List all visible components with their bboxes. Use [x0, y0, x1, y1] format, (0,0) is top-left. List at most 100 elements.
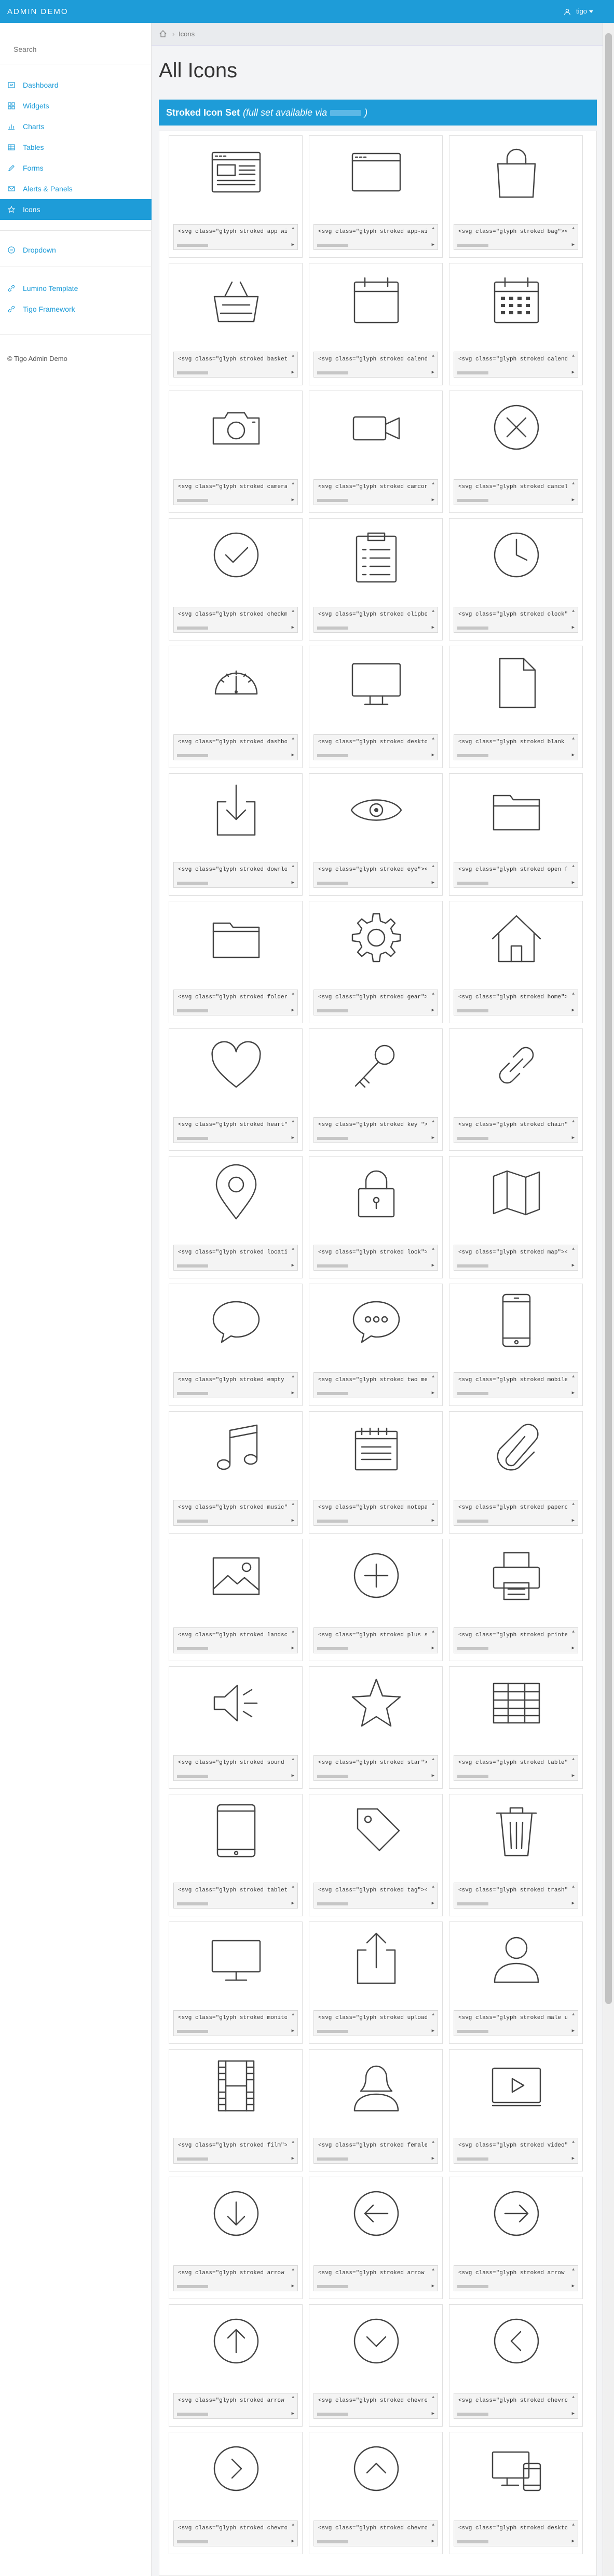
horizontal-scrollbar-thumb[interactable] [317, 371, 348, 374]
icon-code-textarea[interactable]: <svg class="glyph stroked empty message"… [173, 1372, 298, 1398]
horizontal-scrollbar-thumb[interactable] [177, 2157, 208, 2161]
scroll-right-icon[interactable]: ▶ [572, 1518, 575, 1523]
icon-code-textarea[interactable]: <svg class="glyph stroked home"><use xli… [454, 990, 578, 1015]
scroll-right-icon[interactable]: ▶ [572, 753, 575, 758]
sidebar-item-widgets[interactable]: Widgets [0, 95, 152, 116]
scroll-right-icon[interactable]: ▶ [572, 497, 575, 503]
scroll-right-icon[interactable]: ▶ [572, 2156, 575, 2161]
scroll-right-icon[interactable]: ▶ [432, 2411, 434, 2416]
icon-code-textarea[interactable]: <svg class="glyph stroked download"><use… [173, 862, 298, 888]
scroll-right-icon[interactable]: ▶ [292, 1008, 294, 1013]
scroll-up-icon[interactable]: ▲ [432, 736, 434, 741]
icon-code-textarea[interactable]: <svg class="glyph stroked eye"><use xlin… [313, 862, 438, 888]
horizontal-scrollbar-thumb[interactable] [317, 1902, 348, 1905]
user-menu[interactable]: tigo [564, 7, 593, 16]
scroll-right-icon[interactable]: ▶ [432, 880, 434, 885]
scroll-up-icon[interactable]: ▲ [572, 1502, 575, 1507]
scroll-right-icon[interactable]: ▶ [572, 2411, 575, 2416]
horizontal-scrollbar-thumb[interactable] [317, 1775, 348, 1778]
horizontal-scrollbar-thumb[interactable] [457, 2540, 488, 2543]
horizontal-scrollbar-thumb[interactable] [177, 1902, 208, 1905]
icon-code-textarea[interactable]: <svg class="glyph stroked plus sign"><us… [313, 1627, 438, 1653]
horizontal-scrollbar-thumb[interactable] [457, 499, 488, 502]
scroll-right-icon[interactable]: ▶ [572, 2283, 575, 2289]
scroll-up-icon[interactable]: ▲ [572, 1374, 575, 1379]
sidebar-item-dashboard[interactable]: Dashboard [0, 75, 152, 95]
icon-code-textarea[interactable]: <svg class="glyph stroked printer"><use … [454, 1627, 578, 1653]
sidebar-item-lumino-template[interactable]: Lumino Template [0, 278, 152, 299]
horizontal-scrollbar-thumb[interactable] [317, 2285, 348, 2288]
scroll-up-icon[interactable]: ▲ [292, 354, 294, 358]
icon-code-textarea[interactable]: <svg class="glyph stroked checkmark"><us… [173, 607, 298, 633]
horizontal-scrollbar-thumb[interactable] [457, 244, 488, 247]
horizontal-scrollbar-thumb[interactable] [317, 244, 348, 247]
horizontal-scrollbar-thumb[interactable] [317, 1264, 348, 1268]
scroll-right-icon[interactable]: ▶ [292, 880, 294, 885]
scroll-up-icon[interactable]: ▲ [292, 1885, 294, 1889]
scroll-up-icon[interactable]: ▲ [432, 1630, 434, 1634]
icon-code-textarea[interactable]: <svg class="glyph stroked app-window"><u… [313, 224, 438, 250]
icon-code-textarea[interactable]: <svg class="glyph stroked chevron left">… [454, 2393, 578, 2419]
horizontal-scrollbar-thumb[interactable] [317, 1647, 348, 1650]
scroll-up-icon[interactable]: ▲ [572, 2140, 575, 2145]
scroll-up-icon[interactable]: ▲ [432, 226, 434, 231]
scroll-up-icon[interactable]: ▲ [572, 1885, 575, 1889]
scroll-up-icon[interactable]: ▲ [572, 1757, 575, 1762]
icon-code-textarea[interactable]: <svg class="glyph stroked calendar"><use… [313, 352, 438, 378]
icon-code-textarea[interactable]: <svg class="glyph stroked desktop comput… [454, 2521, 578, 2546]
scroll-up-icon[interactable]: ▲ [292, 1630, 294, 1634]
horizontal-scrollbar-thumb[interactable] [457, 1902, 488, 1905]
horizontal-scrollbar-thumb[interactable] [457, 1392, 488, 1395]
scroll-right-icon[interactable]: ▶ [432, 2539, 434, 2544]
brand-logo[interactable]: ADMIN DEMO [7, 7, 69, 16]
scroll-up-icon[interactable]: ▲ [432, 992, 434, 996]
scroll-right-icon[interactable]: ▶ [292, 2156, 294, 2161]
horizontal-scrollbar-thumb[interactable] [177, 1520, 208, 1523]
scroll-right-icon[interactable]: ▶ [432, 1901, 434, 1906]
icon-code-textarea[interactable]: <svg class="glyph stroked cancel"><use x… [454, 479, 578, 505]
horizontal-scrollbar-thumb[interactable] [317, 2157, 348, 2161]
horizontal-scrollbar-thumb[interactable] [177, 882, 208, 885]
scroll-up-icon[interactable]: ▲ [572, 992, 575, 996]
icon-code-textarea[interactable]: <svg class="glyph stroked camcorder"><us… [313, 479, 438, 505]
icon-code-textarea[interactable]: <svg class="glyph stroked male user "><u… [454, 2010, 578, 2036]
icon-code-textarea[interactable]: <svg class="glyph stroked music"><use xl… [173, 1500, 298, 1526]
icon-code-textarea[interactable]: <svg class="glyph stroked notepad "><use… [313, 1500, 438, 1526]
scroll-right-icon[interactable]: ▶ [432, 1646, 434, 1651]
scroll-right-icon[interactable]: ▶ [292, 1773, 294, 1778]
scrollbar-thumb[interactable] [605, 33, 612, 2004]
scroll-right-icon[interactable]: ▶ [572, 1263, 575, 1268]
scroll-up-icon[interactable]: ▲ [572, 1119, 575, 1124]
horizontal-scrollbar-thumb[interactable] [177, 2413, 208, 2416]
scroll-up-icon[interactable]: ▲ [432, 1885, 434, 1889]
scroll-up-icon[interactable]: ▲ [432, 1247, 434, 1251]
scroll-up-icon[interactable]: ▲ [432, 2140, 434, 2145]
horizontal-scrollbar-thumb[interactable] [317, 1137, 348, 1140]
icon-code-textarea[interactable]: <svg class="glyph stroked camera "><use … [173, 479, 298, 505]
horizontal-scrollbar-thumb[interactable] [457, 2030, 488, 2033]
sidebar-item-tigo-framework[interactable]: Tigo Framework [0, 299, 152, 319]
icon-code-textarea[interactable]: <svg class="glyph stroked chain"><use xl… [454, 1117, 578, 1143]
icon-code-textarea[interactable]: <svg class="glyph stroked tag"><use xlin… [313, 1883, 438, 1909]
sidebar-item-dropdown[interactable]: Dropdown [0, 240, 152, 260]
horizontal-scrollbar-thumb[interactable] [317, 2030, 348, 2033]
icon-code-textarea[interactable]: <svg class="glyph stroked table"><use xl… [454, 1755, 578, 1781]
scroll-up-icon[interactable]: ▲ [292, 864, 294, 869]
horizontal-scrollbar-thumb[interactable] [317, 1392, 348, 1395]
scroll-right-icon[interactable]: ▶ [432, 1008, 434, 1013]
scroll-up-icon[interactable]: ▲ [572, 226, 575, 231]
scroll-up-icon[interactable]: ▲ [572, 1247, 575, 1251]
scroll-right-icon[interactable]: ▶ [292, 1263, 294, 1268]
scroll-up-icon[interactable]: ▲ [572, 2395, 575, 2400]
icon-code-textarea[interactable]: <svg class="glyph stroked calendar blank… [454, 352, 578, 378]
scroll-right-icon[interactable]: ▶ [572, 2028, 575, 2034]
icon-code-textarea[interactable]: <svg class="glyph stroked upload"><use x… [313, 2010, 438, 2036]
scroll-right-icon[interactable]: ▶ [292, 1518, 294, 1523]
horizontal-scrollbar-thumb[interactable] [177, 1009, 208, 1012]
scroll-right-icon[interactable]: ▶ [432, 1773, 434, 1778]
scroll-right-icon[interactable]: ▶ [292, 2539, 294, 2544]
sidebar-item-alerts-panels[interactable]: Alerts & Panels [0, 178, 152, 199]
horizontal-scrollbar-thumb[interactable] [317, 2413, 348, 2416]
scroll-up-icon[interactable]: ▲ [292, 1119, 294, 1124]
horizontal-scrollbar-thumb[interactable] [177, 626, 208, 630]
